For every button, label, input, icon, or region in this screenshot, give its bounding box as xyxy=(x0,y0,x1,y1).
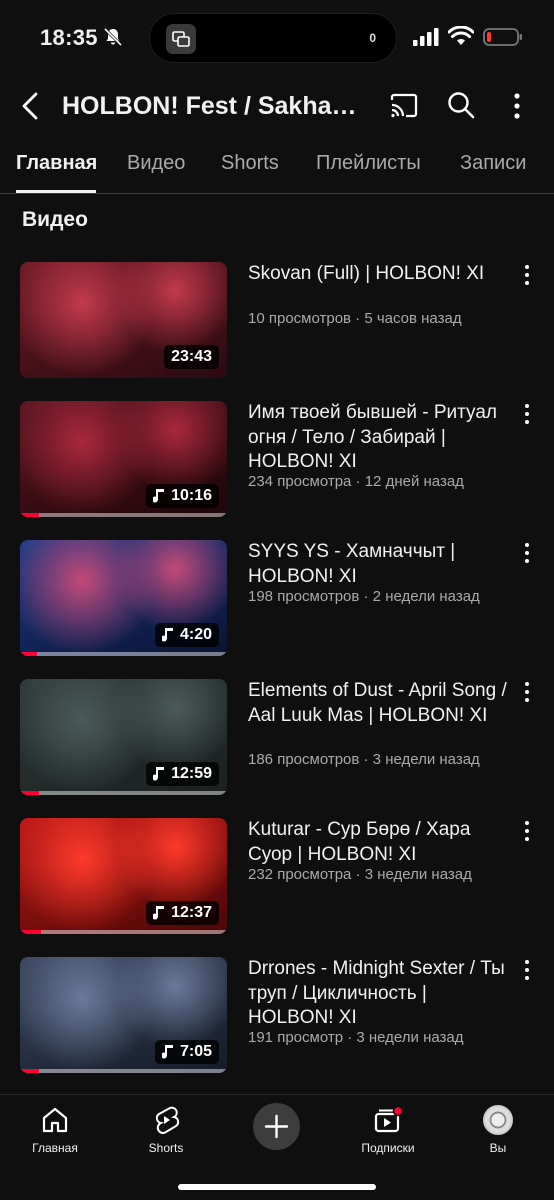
nav-shorts[interactable]: Shorts xyxy=(121,1105,211,1155)
video-item[interactable]: 12:59 Elements of Dust - April Song / Aa… xyxy=(0,679,554,797)
watch-progress-bar xyxy=(20,930,227,934)
cast-icon[interactable] xyxy=(389,92,419,120)
video-duration: 7:05 xyxy=(179,1043,212,1060)
nav-home[interactable]: Главная xyxy=(10,1105,100,1155)
more-vertical-icon[interactable] xyxy=(510,92,524,120)
nav-you[interactable]: Вы xyxy=(453,1105,543,1155)
shorts-icon xyxy=(155,1106,180,1134)
video-more-icon[interactable] xyxy=(522,959,532,981)
watch-progress-fill xyxy=(20,652,37,656)
video-meta: 10 просмотров · 5 часов назад xyxy=(248,310,462,327)
bell-muted-icon xyxy=(103,27,123,47)
video-thumbnail[interactable]: 10:16 xyxy=(20,401,227,517)
video-thumbnail[interactable]: 23:43 xyxy=(20,262,227,378)
tab-posts[interactable]: Записи xyxy=(460,152,526,175)
nav-you-label: Вы xyxy=(489,1141,507,1155)
video-item[interactable]: 4:20 SYYS YS - Хамначчыт | HOLBON! XI 19… xyxy=(0,540,554,658)
status-bar: 18:35 0 xyxy=(0,0,554,76)
duration-badge: 12:37 xyxy=(146,901,219,925)
video-duration: 12:37 xyxy=(171,904,212,921)
tab-playlists[interactable]: Плейлисты xyxy=(316,152,421,175)
video-more-icon[interactable] xyxy=(522,264,532,286)
watch-progress-bar xyxy=(20,652,227,656)
video-item[interactable]: 7:05 Drrones - Midnight Sexter / Ты труп… xyxy=(0,957,554,1075)
nav-subscriptions[interactable]: Подписки xyxy=(343,1105,433,1155)
music-note-icon xyxy=(153,906,165,920)
video-meta: 191 просмотр · 3 недели назад xyxy=(248,1029,464,1046)
video-more-icon[interactable] xyxy=(522,820,532,842)
create-button[interactable] xyxy=(253,1103,300,1150)
video-meta: 198 просмотров · 2 недели назад xyxy=(248,588,480,605)
watch-progress-fill xyxy=(20,930,41,934)
video-more-icon[interactable] xyxy=(522,403,532,425)
video-item[interactable]: 23:43 Skovan (Full) | HOLBON! XI 10 прос… xyxy=(0,262,554,380)
tab-home[interactable]: Главная xyxy=(16,152,97,175)
video-meta: 232 просмотра · 3 недели назад xyxy=(248,866,472,883)
video-title[interactable]: Skovan (Full) | HOLBON! XI xyxy=(248,262,510,287)
video-thumbnail[interactable]: 7:05 xyxy=(20,957,227,1073)
video-meta: 186 просмотров · 3 недели назад xyxy=(248,751,480,768)
tab-shorts[interactable]: Shorts xyxy=(221,152,279,175)
duration-badge: 4:20 xyxy=(154,623,219,647)
duration-badge: 10:16 xyxy=(146,484,219,508)
music-note-icon xyxy=(161,1045,173,1059)
channel-header: HOLBON! Fest / Sakha Rock Festival xyxy=(0,80,554,132)
video-title[interactable]: Elements of Dust - April Song / Aal Luuk… xyxy=(248,679,510,728)
screen-mirror-icon xyxy=(166,24,196,54)
nav-shorts-label: Shorts xyxy=(148,1141,184,1155)
watch-progress-bar xyxy=(20,791,227,795)
nav-home-label: Главная xyxy=(32,1141,78,1155)
duration-badge: 7:05 xyxy=(154,1040,219,1064)
video-duration: 10:16 xyxy=(171,487,212,504)
video-title[interactable]: SYYS YS - Хамначчыт | HOLBON! XI xyxy=(248,540,510,589)
video-duration: 12:59 xyxy=(171,765,212,782)
back-icon[interactable] xyxy=(18,90,44,122)
watch-progress-fill xyxy=(20,513,39,517)
video-thumbnail[interactable]: 12:37 xyxy=(20,818,227,934)
video-title[interactable]: Drrones - Midnight Sexter / Ты труп / Ци… xyxy=(248,957,510,1031)
music-note-icon xyxy=(153,489,165,503)
signal-icon xyxy=(413,28,439,46)
channel-title: HOLBON! Fest / Sakha Rock Festival xyxy=(62,92,362,120)
music-note-icon xyxy=(161,628,173,642)
video-thumbnail[interactable]: 12:59 xyxy=(20,679,227,795)
home-indicator xyxy=(178,1184,376,1190)
battery-low-icon xyxy=(483,28,522,46)
duration-badge: 12:59 xyxy=(146,762,219,786)
dynamic-island: 0 xyxy=(149,13,397,63)
video-more-icon[interactable] xyxy=(522,681,532,703)
watch-progress-bar xyxy=(20,513,227,517)
tab-videos[interactable]: Видео xyxy=(127,152,185,175)
section-title: Видео xyxy=(22,208,88,231)
video-title[interactable]: Имя твоей бывшей - Ритуал огня / Тело / … xyxy=(248,401,510,475)
create-plus-icon xyxy=(264,1114,289,1139)
avatar-icon xyxy=(483,1105,513,1135)
nav-subscriptions-label: Подписки xyxy=(361,1141,415,1155)
music-note-icon xyxy=(153,767,165,781)
watch-progress-fill xyxy=(20,1069,39,1073)
active-tab-indicator xyxy=(16,190,96,193)
subscriptions-icon xyxy=(374,1105,403,1133)
status-time: 18:35 xyxy=(40,25,98,50)
video-item[interactable]: 12:37 Kuturar - Сур Бөрө / Хара Суор | H… xyxy=(0,818,554,936)
channel-tabs: Главная Видео Shorts Плейлисты Записи xyxy=(0,142,554,194)
video-thumbnail[interactable]: 4:20 xyxy=(20,540,227,656)
duration-badge: 23:43 xyxy=(164,345,219,369)
video-title[interactable]: Kuturar - Сур Бөрө / Хара Суор | HOLBON!… xyxy=(248,818,510,867)
video-meta: 234 просмотра · 12 дней назад xyxy=(248,473,464,490)
watch-progress-bar xyxy=(20,1069,227,1073)
island-count: 0 xyxy=(369,31,376,45)
video-item[interactable]: 10:16 Имя твоей бывшей - Ритуал огня / Т… xyxy=(0,401,554,519)
video-duration: 23:43 xyxy=(171,348,212,365)
video-more-icon[interactable] xyxy=(522,542,532,564)
video-duration: 4:20 xyxy=(179,626,212,643)
home-icon xyxy=(42,1107,68,1133)
wifi-icon xyxy=(448,26,474,45)
search-icon[interactable] xyxy=(447,91,475,119)
watch-progress-fill xyxy=(20,791,39,795)
